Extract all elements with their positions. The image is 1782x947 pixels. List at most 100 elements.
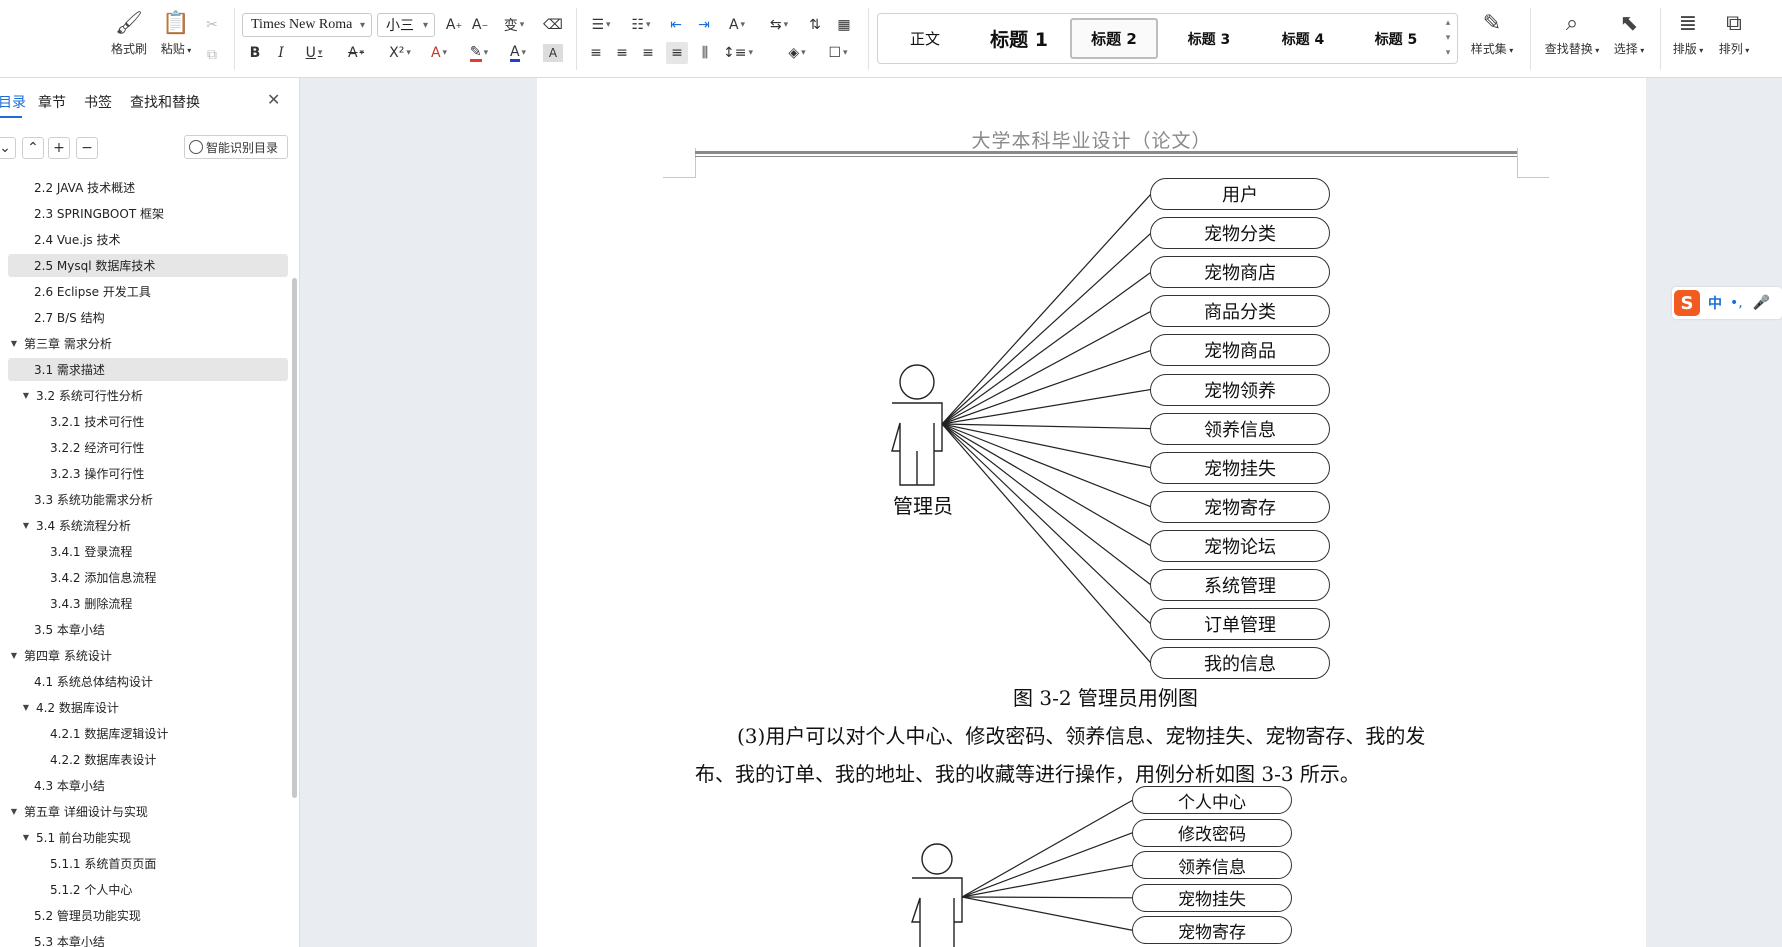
ime-mode[interactable]: 中 (1708, 293, 1722, 313)
style-heading-3[interactable]: 标题 3 (1166, 18, 1252, 59)
show-marks-icon[interactable]: ▦ (832, 14, 856, 36)
shrink-font-icon[interactable]: A − (470, 14, 490, 36)
font-color-icon[interactable]: A ▾ (502, 42, 534, 64)
phonetic-guide-icon[interactable]: 变 ▾ (497, 14, 531, 36)
tab-find-replace[interactable]: 查找和替换 (130, 92, 200, 112)
underline-icon[interactable]: U ▾ (298, 42, 330, 64)
toc-item[interactable]: 3.4.3 删除流程 (8, 592, 288, 615)
format-painter-button[interactable]: 🖌 格式刷 (108, 12, 150, 57)
toc-item[interactable]: 4.2.2 数据库表设计 (8, 748, 288, 771)
expand-toggle-icon[interactable]: ▼ (20, 833, 32, 842)
increase-indent-icon[interactable]: ⇥ (694, 14, 714, 36)
toc-item[interactable]: 3.2.2 经济可行性 (8, 436, 288, 459)
shading-icon[interactable]: ◈ ▾ (780, 42, 814, 64)
toc-item[interactable]: 2.6 Eclipse 开发工具 (8, 280, 288, 303)
tab-toc[interactable]: 目录 (0, 92, 26, 112)
toc-item[interactable]: 4.3 本章小结 (8, 774, 288, 797)
distribute-icon[interactable]: ⫼ (694, 42, 716, 64)
style-normal[interactable]: 正文 (890, 18, 960, 59)
sort-icon[interactable]: ⇅ (805, 14, 825, 36)
toc-item[interactable]: 5.1.1 系统首页页面 (8, 852, 288, 875)
copy-icon[interactable]: ⧉ (202, 44, 222, 66)
expand-toggle-icon[interactable]: ▼ (20, 391, 32, 400)
italic-icon[interactable]: I (272, 42, 290, 64)
expand-toggle-icon[interactable]: ▼ (8, 651, 20, 660)
layout-button[interactable]: ≣ 排版 ▾ (1668, 12, 1708, 57)
toc-item[interactable]: ▼ 3.4 系统流程分析 (8, 514, 288, 537)
expand-toggle-icon[interactable]: ▼ (8, 807, 20, 816)
toc-item[interactable]: ▼ 第四章 系统设计 (8, 644, 288, 667)
find-replace-button[interactable]: ⌕ 查找替换 ▾ (1540, 12, 1604, 57)
toc-item[interactable]: 5.3 本章小结 (8, 930, 288, 947)
tab-sections[interactable]: 章节 (38, 92, 66, 112)
toc-item[interactable]: 2.3 SPRINGBOOT 框架 (8, 202, 288, 225)
line-spacing-icon[interactable]: ↕≡ ▾ (722, 42, 754, 64)
document-page[interactable]: 大学本科毕业设计（论文） 管理员 用户 宠物分类 宠物商店 商品分类 宠物商品 宠物领养领… (537, 78, 1646, 947)
toc-item[interactable]: 3.2.3 操作可行性 (8, 462, 288, 485)
grow-font-icon[interactable]: A + (444, 14, 464, 36)
add-heading-button[interactable]: + (48, 137, 70, 159)
ime-toolbar[interactable]: S 中 •, 🎤 (1672, 287, 1782, 319)
gallery-scroll[interactable]: ▴ ▾ ▾ (1442, 16, 1454, 61)
toc-item[interactable]: ▼ 5.1 前台功能实现 (8, 826, 288, 849)
toc-item[interactable]: 3.3 系统功能需求分析 (8, 488, 288, 511)
toc-item[interactable]: 3.5 本章小结 (8, 618, 288, 641)
expand-toggle-icon[interactable]: ▼ (8, 339, 20, 348)
superscript-icon[interactable]: X² ▾ (381, 42, 419, 64)
arrange-button[interactable]: ⧉ 排列 ▾ (1714, 12, 1754, 57)
align-left-icon[interactable]: ≡ (586, 42, 606, 64)
clear-format-icon[interactable]: ⌫ (542, 14, 564, 36)
font-size-select[interactable]: 小三 ▾ (377, 13, 435, 37)
toc-item[interactable]: 5.1.2 个人中心 (8, 878, 288, 901)
align-center-icon[interactable]: ≡ (612, 42, 632, 64)
close-icon[interactable]: ✕ (267, 90, 280, 109)
style-heading-1[interactable]: 标题 1 (974, 18, 1064, 59)
ime-punctuation[interactable]: •, (1730, 295, 1743, 311)
toc-item[interactable]: 5.2 管理员功能实现 (8, 904, 288, 927)
style-heading-5[interactable]: 标题 5 (1354, 18, 1438, 59)
bold-icon[interactable]: B (246, 42, 264, 64)
align-right-icon[interactable]: ≡ (638, 42, 658, 64)
style-heading-2[interactable]: 标题 2 (1070, 18, 1158, 59)
chinese-layout-icon[interactable]: A ▾ (722, 14, 752, 36)
borders-icon[interactable]: ☐ ▾ (822, 42, 854, 64)
toc-item[interactable]: 4.1 系统总体结构设计 (8, 670, 288, 693)
expand-toggle-icon[interactable]: ▼ (20, 521, 32, 530)
nav-scrollbar[interactable] (292, 278, 297, 798)
remove-heading-button[interactable]: − (76, 137, 98, 159)
toc-item[interactable]: ▼ 4.2 数据库设计 (8, 696, 288, 719)
strikethrough-icon[interactable]: A ▾ (340, 42, 372, 64)
toc-item[interactable]: 3.4.2 添加信息流程 (8, 566, 288, 589)
toc-item[interactable]: 2.5 Mysql 数据库技术 (8, 254, 288, 277)
expand-up-button[interactable]: ⌃ (22, 137, 44, 159)
toc-item[interactable]: ▼ 3.2 系统可行性分析 (8, 384, 288, 407)
bullets-icon[interactable]: ☰ ▾ (586, 14, 616, 36)
toc-item[interactable]: 2.2 JAVA 技术概述 (8, 176, 288, 199)
toc-item[interactable]: 4.2.1 数据库逻辑设计 (8, 722, 288, 745)
text-direction-icon[interactable]: ⇆ ▾ (764, 14, 794, 36)
justify-icon[interactable]: ≡ (666, 42, 688, 64)
select-button[interactable]: ⬉ 选择 ▾ (1606, 12, 1652, 57)
toc-item[interactable]: 2.4 Vue.js 技术 (8, 228, 288, 251)
style-set-button[interactable]: ✎ 样式集 ▾ (1464, 12, 1520, 57)
decrease-indent-icon[interactable]: ⇤ (666, 14, 686, 36)
char-shading-icon[interactable]: A (543, 44, 563, 62)
toc-item[interactable]: 3.1 需求描述 (8, 358, 288, 381)
toc-item[interactable]: 2.7 B/S 结构 (8, 306, 288, 329)
tab-bookmarks[interactable]: 书签 (84, 92, 112, 112)
highlight-color-icon[interactable]: ✎ ▾ (462, 42, 496, 64)
collapse-all-button[interactable]: ⌄ (0, 137, 16, 159)
toc-item[interactable]: 3.2.1 技术可行性 (8, 410, 288, 433)
expand-toggle-icon[interactable]: ▼ (20, 703, 32, 712)
smart-toc-button[interactable]: 智能识别目录 (184, 135, 288, 159)
numbering-icon[interactable]: ☷ ▾ (626, 14, 656, 36)
toc-item[interactable]: 3.4.1 登录流程 (8, 540, 288, 563)
font-name-select[interactable]: Times New Roma ▾ (242, 13, 372, 37)
toc-item[interactable]: ▼ 第三章 需求分析 (8, 332, 288, 355)
style-heading-4[interactable]: 标题 4 (1260, 18, 1346, 59)
text-effect-icon[interactable]: A ▾ (423, 42, 455, 64)
toc-item[interactable]: ▼ 第五章 详细设计与实现 (8, 800, 288, 823)
cut-icon[interactable]: ✂ (202, 14, 222, 36)
paste-button[interactable]: 📋 粘贴 ▾ (156, 12, 196, 57)
microphone-icon[interactable]: 🎤 (1753, 295, 1770, 311)
